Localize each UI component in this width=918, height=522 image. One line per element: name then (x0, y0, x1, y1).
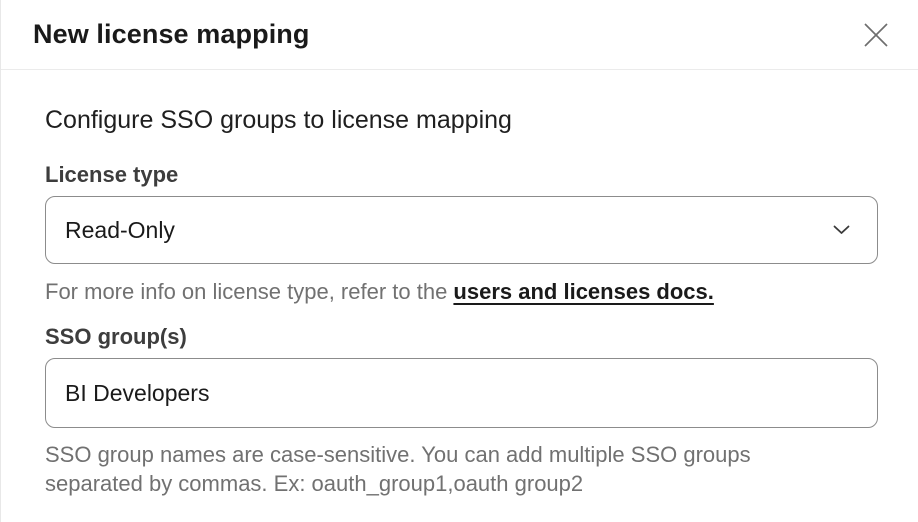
sso-groups-label: SSO group(s) (45, 324, 878, 349)
license-type-helper-text: For more info on license type, refer to … (45, 279, 453, 304)
license-type-label: License type (45, 162, 878, 187)
close-icon (863, 22, 889, 48)
modal-header: New license mapping (1, 0, 918, 70)
license-type-select[interactable]: Read-Only (45, 196, 878, 264)
sso-groups-helper: SSO group names are case-sensitive. You … (45, 440, 787, 498)
users-and-licenses-docs-link[interactable]: users and licenses docs. (453, 279, 713, 304)
license-type-helper: For more info on license type, refer to … (45, 277, 878, 306)
modal-body: Configure SSO groups to license mapping … (1, 70, 918, 498)
new-license-mapping-modal: New license mapping Configure SSO groups… (1, 0, 918, 498)
sso-groups-input[interactable] (45, 358, 878, 428)
close-button[interactable] (862, 21, 890, 49)
sso-groups-field: SSO group(s) SSO group names are case-se… (45, 324, 878, 498)
chevron-down-icon (833, 225, 850, 235)
modal-title: New license mapping (33, 19, 309, 50)
license-type-field: License type Read-Only For more info on … (45, 162, 878, 306)
section-title: Configure SSO groups to license mapping (45, 106, 878, 135)
license-type-selected-value: Read-Only (65, 217, 175, 244)
